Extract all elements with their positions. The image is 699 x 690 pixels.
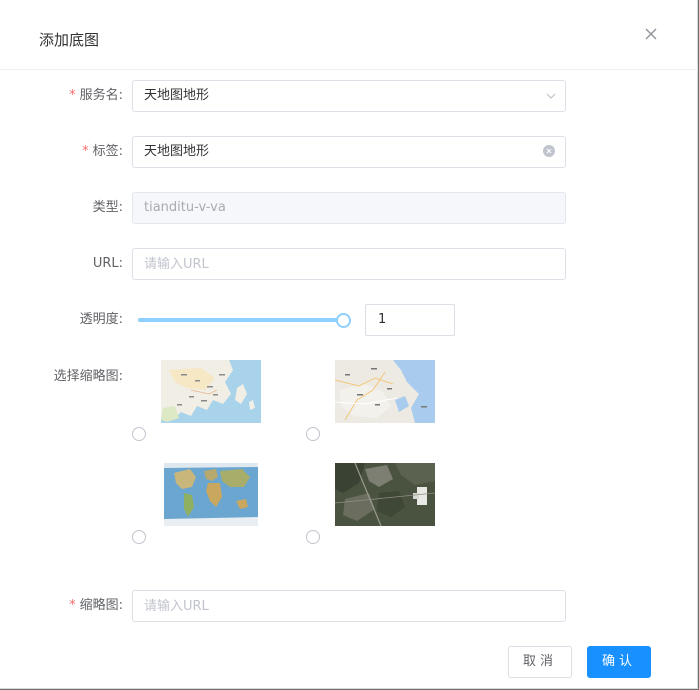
vector-map-thumbnail[interactable]: [161, 360, 261, 423]
tag-value: 天地图地形: [144, 144, 210, 159]
satellite-image-thumbnail[interactable]: [335, 463, 435, 526]
type-value: tianditu-v-va: [144, 200, 226, 215]
thumbnail-select-label: 选择缩略图:: [53, 369, 123, 384]
thumbnail-url-label: * 缩略图:: [69, 598, 123, 613]
opacity-slider-fill: [138, 318, 343, 322]
required-asterisk: *: [69, 88, 76, 103]
add-basemap-dialog: 添加底图 * 服务名: 天地图地形 * 标签: 天地图地形 类型: tianditu…: [0, 0, 698, 689]
street-map-thumbnail[interactable]: [335, 360, 435, 423]
confirm-button[interactable]: 确认: [587, 646, 651, 678]
service-name-select[interactable]: 天地图地形: [132, 80, 566, 112]
thumbnail-radio-3[interactable]: [132, 530, 146, 544]
opacity-slider-handle[interactable]: [336, 313, 351, 328]
close-icon[interactable]: [641, 24, 661, 44]
service-name-value: 天地图地形: [144, 88, 210, 103]
opacity-value: 1: [378, 312, 387, 327]
service-name-label: * 服务名:: [69, 88, 123, 103]
thumbnail-url-input[interactable]: [132, 590, 566, 622]
thumbnail-radio-1[interactable]: [132, 427, 146, 441]
opacity-slider-track[interactable]: [138, 318, 343, 322]
clear-icon[interactable]: [543, 145, 555, 157]
header-divider: [0, 69, 698, 70]
url-input[interactable]: [132, 248, 566, 280]
opacity-number-input[interactable]: 1: [365, 304, 455, 336]
cancel-button[interactable]: 取消: [508, 646, 572, 678]
required-asterisk: *: [82, 144, 89, 159]
terrain-world-map-thumbnail[interactable]: [164, 463, 258, 526]
dialog-title: 添加底图: [39, 31, 100, 49]
thumbnail-radio-4[interactable]: [306, 530, 320, 544]
tag-input[interactable]: 天地图地形: [132, 136, 566, 168]
url-label: URL:: [92, 256, 123, 271]
type-label: 类型:: [92, 200, 123, 215]
type-input: tianditu-v-va: [132, 192, 566, 224]
required-asterisk: *: [69, 598, 76, 613]
opacity-label: 透明度:: [79, 312, 123, 327]
chevron-down-icon: [546, 93, 556, 99]
tag-label: * 标签:: [82, 144, 123, 159]
thumbnail-radio-2[interactable]: [306, 427, 320, 441]
